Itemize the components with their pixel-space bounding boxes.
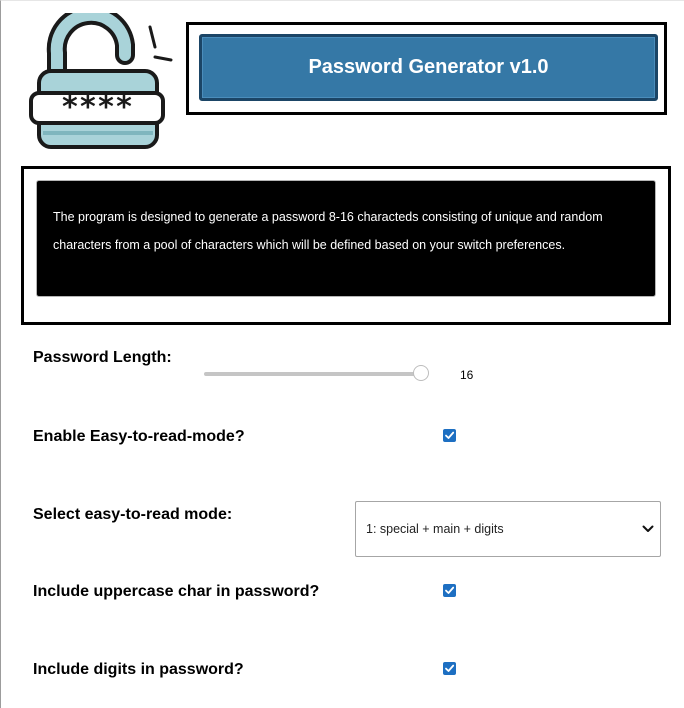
password-length-slider[interactable] <box>204 364 429 384</box>
description-line-1: The program is designed to generate a pa… <box>53 210 603 224</box>
description-line-2: characters from a pool of characters whi… <box>53 238 566 252</box>
digits-label: Include digits in password? <box>33 661 244 678</box>
description-box: The program is designed to generate a pa… <box>36 180 656 297</box>
app-title: Password Generator v1.0 <box>308 56 549 78</box>
digits-checkbox[interactable] <box>443 662 456 675</box>
slider-thumb[interactable] <box>413 365 429 381</box>
checkmark-icon <box>445 586 455 594</box>
app-title-button[interactable]: Password Generator v1.0 <box>199 34 658 101</box>
password-length-value: 16 <box>460 368 474 382</box>
checkmark-icon <box>445 664 455 672</box>
easy-mode-select[interactable]: 1: special + main + digits <box>355 501 661 557</box>
easy-mode-select-label: Select easy-to-read mode: <box>33 506 233 523</box>
chevron-down-icon <box>642 525 654 532</box>
padlock-password-icon: **** <box>29 4 175 153</box>
slider-track <box>204 372 422 376</box>
password-length-label: Password Length: <box>33 349 172 366</box>
easy-to-read-checkbox[interactable] <box>443 429 456 442</box>
uppercase-checkbox[interactable] <box>443 584 456 597</box>
easy-mode-selected-value: 1: special + main + digits <box>366 522 504 536</box>
logo-mask-text: **** <box>61 90 133 125</box>
uppercase-label: Include uppercase char in password? <box>33 583 320 600</box>
checkmark-icon <box>445 431 455 439</box>
easy-to-read-label: Enable Easy-to-read-mode? <box>33 428 245 445</box>
